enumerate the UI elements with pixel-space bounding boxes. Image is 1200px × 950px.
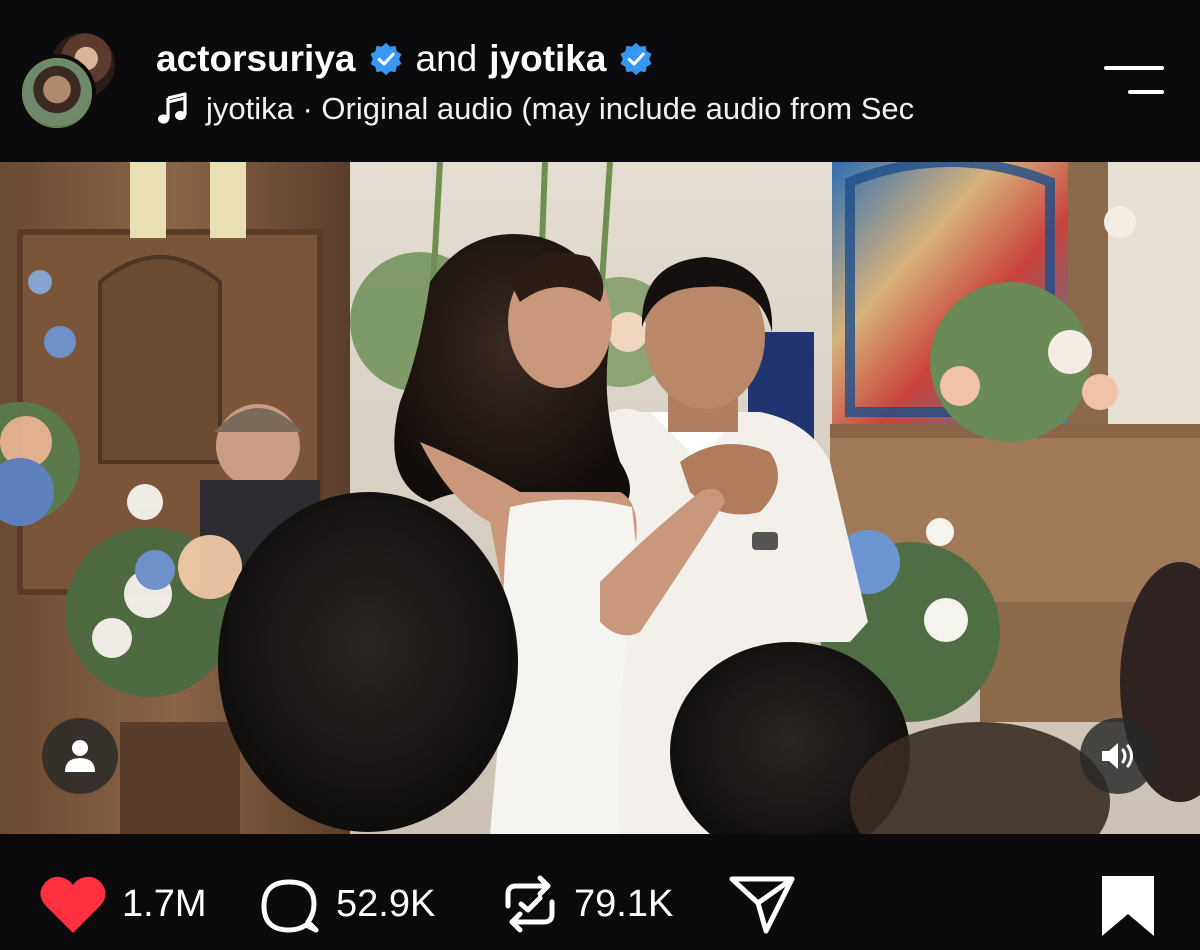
collab-avatars[interactable]	[18, 30, 122, 134]
author-connector: and	[415, 38, 478, 79]
save-button[interactable]	[1098, 874, 1158, 938]
share-button[interactable]	[728, 874, 796, 934]
verified-badge-icon	[370, 42, 401, 76]
avatar-actorsuriya[interactable]	[18, 54, 96, 132]
music-note-icon	[158, 92, 187, 124]
heart-icon	[40, 876, 106, 933]
username-jyotika[interactable]: jyotika	[489, 38, 606, 80]
comment-icon	[261, 879, 319, 933]
tagged-users-button[interactable]	[42, 718, 118, 794]
post-authors: actorsuriya and jyotika	[156, 34, 654, 84]
send-icon	[729, 876, 795, 934]
volume-toggle-button[interactable]	[1080, 718, 1156, 794]
volume-icon	[1102, 743, 1133, 769]
comment-count[interactable]: 52.9K	[336, 883, 435, 926]
post-actions: 1.7M 52.9K 79.1K	[0, 834, 1200, 950]
menu-icon[interactable]	[1104, 66, 1164, 96]
bookmark-icon	[1102, 876, 1154, 936]
audio-text: jyotika · Original audio (may include au…	[206, 91, 915, 126]
repost-icon	[505, 875, 555, 933]
audio-attribution[interactable]: jyotika · Original audio (may include au…	[156, 88, 1070, 130]
post-media[interactable]	[0, 162, 1200, 834]
repost-count[interactable]: 79.1K	[574, 883, 673, 926]
wedding-photo	[0, 162, 1200, 834]
repost-button[interactable]: 79.1K	[500, 874, 673, 934]
post-header: actorsuriya and jyotika jyotika · Origin…	[0, 0, 1200, 162]
username-actorsuriya[interactable]: actorsuriya	[156, 38, 356, 80]
comment-button[interactable]: 52.9K	[256, 874, 435, 934]
like-count[interactable]: 1.7M	[122, 883, 206, 926]
user-icon	[65, 740, 95, 772]
like-button[interactable]: 1.7M	[38, 874, 206, 934]
verified-badge-icon	[620, 42, 652, 76]
